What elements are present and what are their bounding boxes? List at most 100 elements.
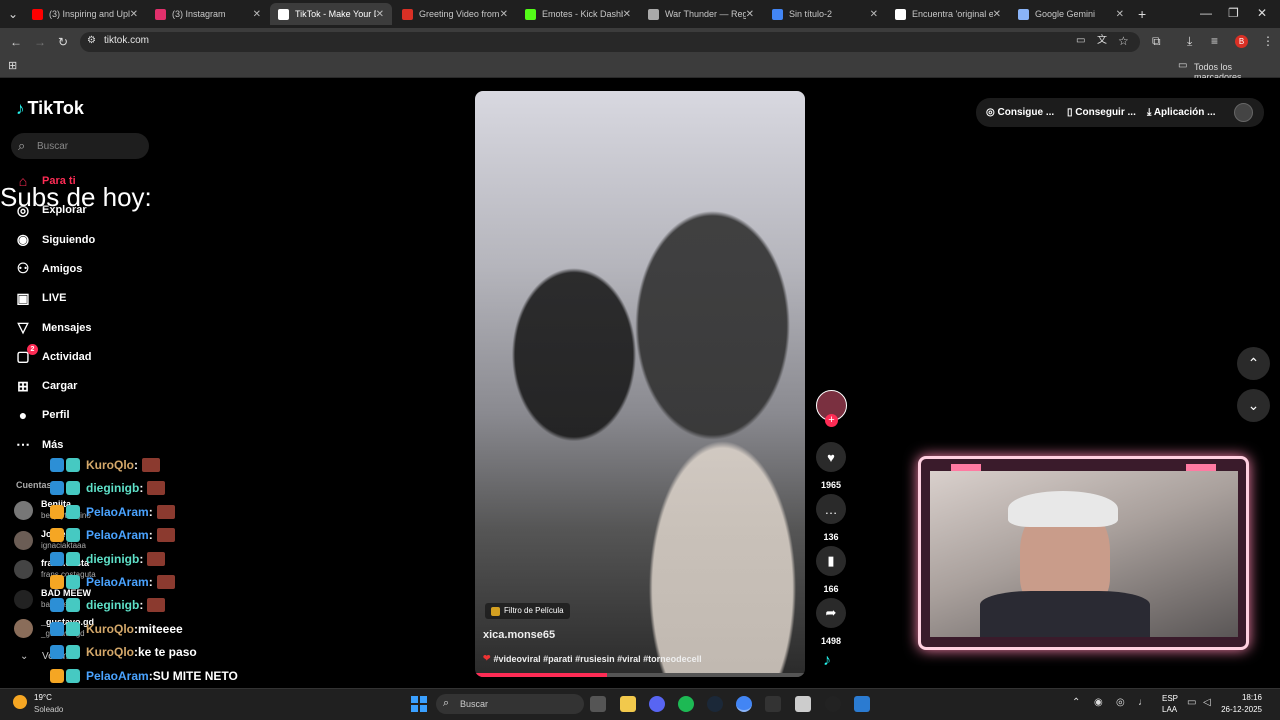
nav-item-live[interactable]: ▣ LIVE [14, 287, 66, 309]
app-icon-1[interactable] [765, 696, 781, 712]
share-action[interactable]: ➦ 1498 [815, 598, 847, 646]
previous-video-icon[interactable]: ⌃ [1237, 347, 1270, 380]
nav-item-cargar[interactable]: ⊞ Cargar [14, 375, 77, 397]
tray-icon-2[interactable]: ◎ [1116, 697, 1125, 708]
steam-icon[interactable] [707, 696, 723, 712]
close-tab-icon[interactable]: ✕ [993, 9, 1001, 20]
app-icon-2[interactable] [795, 696, 811, 712]
close-tab-icon[interactable]: ✕ [1116, 9, 1124, 20]
discord-icon[interactable] [649, 696, 665, 712]
maximize-icon[interactable]: ❐ [1228, 7, 1239, 19]
tab-5[interactable]: War Thunder — Reg ✕ [640, 3, 762, 25]
tab-8[interactable]: Google Gemini ✕ [1010, 3, 1132, 25]
filter-label: Filtro de Película [504, 606, 564, 615]
close-tab-icon[interactable]: ✕ [253, 9, 261, 20]
tab-7[interactable]: Encuentra 'original e ✕ [887, 3, 1009, 25]
site-info-icon[interactable]: ⚙ [87, 36, 96, 46]
address-bar[interactable] [80, 32, 1140, 52]
frame-accent-left [951, 464, 981, 471]
profile-avatar[interactable]: B [1235, 35, 1248, 48]
video-author[interactable]: xica.monse65 [483, 629, 555, 641]
weather-temp[interactable]: 19°C [34, 693, 52, 702]
next-video-icon[interactable]: ⌄ [1237, 389, 1270, 422]
extensions-icon[interactable]: ⧉ [1152, 35, 1161, 47]
microphone-icon[interactable]: ♩ [1138, 697, 1148, 708]
tab-4[interactable]: Emotes - Kick Dashb ✕ [517, 3, 639, 25]
chat-badge-icon [50, 528, 64, 543]
save-action[interactable]: ▮ 166 [815, 546, 847, 594]
tab-search-icon[interactable]: ⌄ [8, 8, 18, 20]
close-tab-icon[interactable]: ✕ [623, 9, 631, 20]
taskbar-search-box[interactable] [436, 694, 584, 714]
tab-1[interactable]: (3) Instagram ✕ [147, 3, 269, 25]
forward-icon[interactable]: → [34, 36, 46, 48]
obs-icon[interactable] [825, 696, 841, 712]
tiktok-search-box[interactable] [11, 133, 149, 159]
close-tab-icon[interactable]: ✕ [870, 9, 878, 20]
nav-item-perfil[interactable]: ● Perfil [14, 404, 70, 426]
reload-icon[interactable]: ↻ [58, 36, 68, 48]
filter-tag[interactable]: Filtro de Película [485, 603, 570, 619]
nav-item-amigos[interactable]: ⚇ Amigos [14, 258, 83, 280]
get-pc-app-button[interactable]: ▯ Conseguir ... [1067, 107, 1136, 118]
close-tab-icon[interactable]: ✕ [130, 9, 138, 20]
nav-item-más[interactable]: ⋯ Más [14, 434, 63, 456]
minimize-icon[interactable]: — [1200, 7, 1212, 19]
translate-icon[interactable]: 文 [1097, 36, 1107, 46]
close-tab-icon[interactable]: ✕ [376, 9, 384, 20]
spotify-icon[interactable] [678, 696, 694, 712]
nav-item-siguiendo[interactable]: ◉ Siguiendo [14, 229, 95, 251]
tab-3[interactable]: Greeting Video from ✕ [394, 3, 516, 25]
tray-chevron-icon[interactable]: ⌃ [1072, 697, 1080, 708]
new-tab-icon[interactable]: + [1138, 7, 1146, 21]
keyboard-layout[interactable]: LAA [1162, 705, 1177, 714]
chat-text: SU MITE NETO [152, 668, 238, 683]
app-download-button[interactable]: ⤓ Aplicación ... [1147, 107, 1216, 118]
menu-icon[interactable]: ⋮ [1262, 35, 1274, 47]
file-explorer-icon[interactable] [620, 696, 636, 712]
apps-grid-icon[interactable]: ⊞ [8, 61, 17, 72]
weather-sun-icon[interactable] [13, 695, 27, 709]
follow-plus-icon[interactable]: + [825, 414, 838, 427]
language-code[interactable]: ESP [1162, 694, 1178, 703]
tab-0[interactable]: (3) Inspiring and Upli ✕ [24, 3, 146, 25]
clock-time[interactable]: 18:16 [1220, 693, 1262, 702]
close-tab-icon[interactable]: ✕ [746, 9, 754, 20]
get-coins-button[interactable]: ◎ Consigue ... [986, 107, 1054, 118]
chevron-down-icon[interactable]: ⌄ [20, 651, 28, 662]
reading-list-icon[interactable]: ≡ [1211, 35, 1218, 47]
chat-message: KuroQlo : ke te paso [50, 641, 197, 663]
nav-item-actividad[interactable]: ▢ Actividad 2 [14, 343, 92, 368]
back-icon[interactable]: ← [10, 36, 22, 48]
nav-label: LIVE [42, 292, 67, 305]
windows-start-icon[interactable] [411, 696, 427, 712]
clock-date[interactable]: 26-12-2025 [1216, 705, 1262, 714]
tab-favicon-icon [895, 8, 906, 20]
task-view-icon[interactable] [590, 696, 606, 712]
comment-action[interactable]: … 136 [815, 494, 847, 542]
tray-icon-1[interactable]: ◉ [1094, 697, 1103, 708]
tiktok-logo[interactable]: ♪ TikTok [16, 98, 84, 119]
chrome-icon[interactable] [736, 696, 752, 712]
app-icon-3[interactable] [854, 696, 870, 712]
video-player[interactable]: Filtro de Película xica.monse65 ❤ #video… [475, 91, 805, 677]
volume-icon[interactable]: ◁ [1203, 697, 1211, 708]
downloads-icon[interactable]: ⤓ [1187, 35, 1192, 47]
video-progress-track[interactable] [475, 673, 805, 677]
cast-icon[interactable]: ▭ [1076, 36, 1085, 46]
network-icon[interactable]: ▭ [1187, 697, 1196, 708]
tiktok-logo-text: TikTok [27, 98, 84, 118]
tiktok-sound-icon[interactable]: ♪ [823, 652, 831, 670]
tab-6[interactable]: Sin título-2 ✕ [764, 3, 886, 25]
chat-separator: : [139, 598, 144, 613]
video-caption[interactable]: #videoviral #parati #rusiesin #viral #to… [494, 654, 702, 664]
bookmark-star-icon[interactable]: ☆ [1118, 35, 1129, 47]
like-action[interactable]: ♥ 1965 [815, 442, 847, 490]
nav-item-mensajes[interactable]: ▽ Mensajes [14, 317, 92, 339]
tiktok-search-placeholder[interactable]: Buscar [37, 141, 68, 152]
tab-2[interactable]: TikTok - Make Your D ✕ [270, 3, 392, 25]
close-window-icon[interactable]: ✕ [1257, 7, 1267, 19]
user-avatar[interactable] [1234, 103, 1253, 122]
avatar [14, 560, 33, 579]
close-tab-icon[interactable]: ✕ [500, 9, 508, 20]
